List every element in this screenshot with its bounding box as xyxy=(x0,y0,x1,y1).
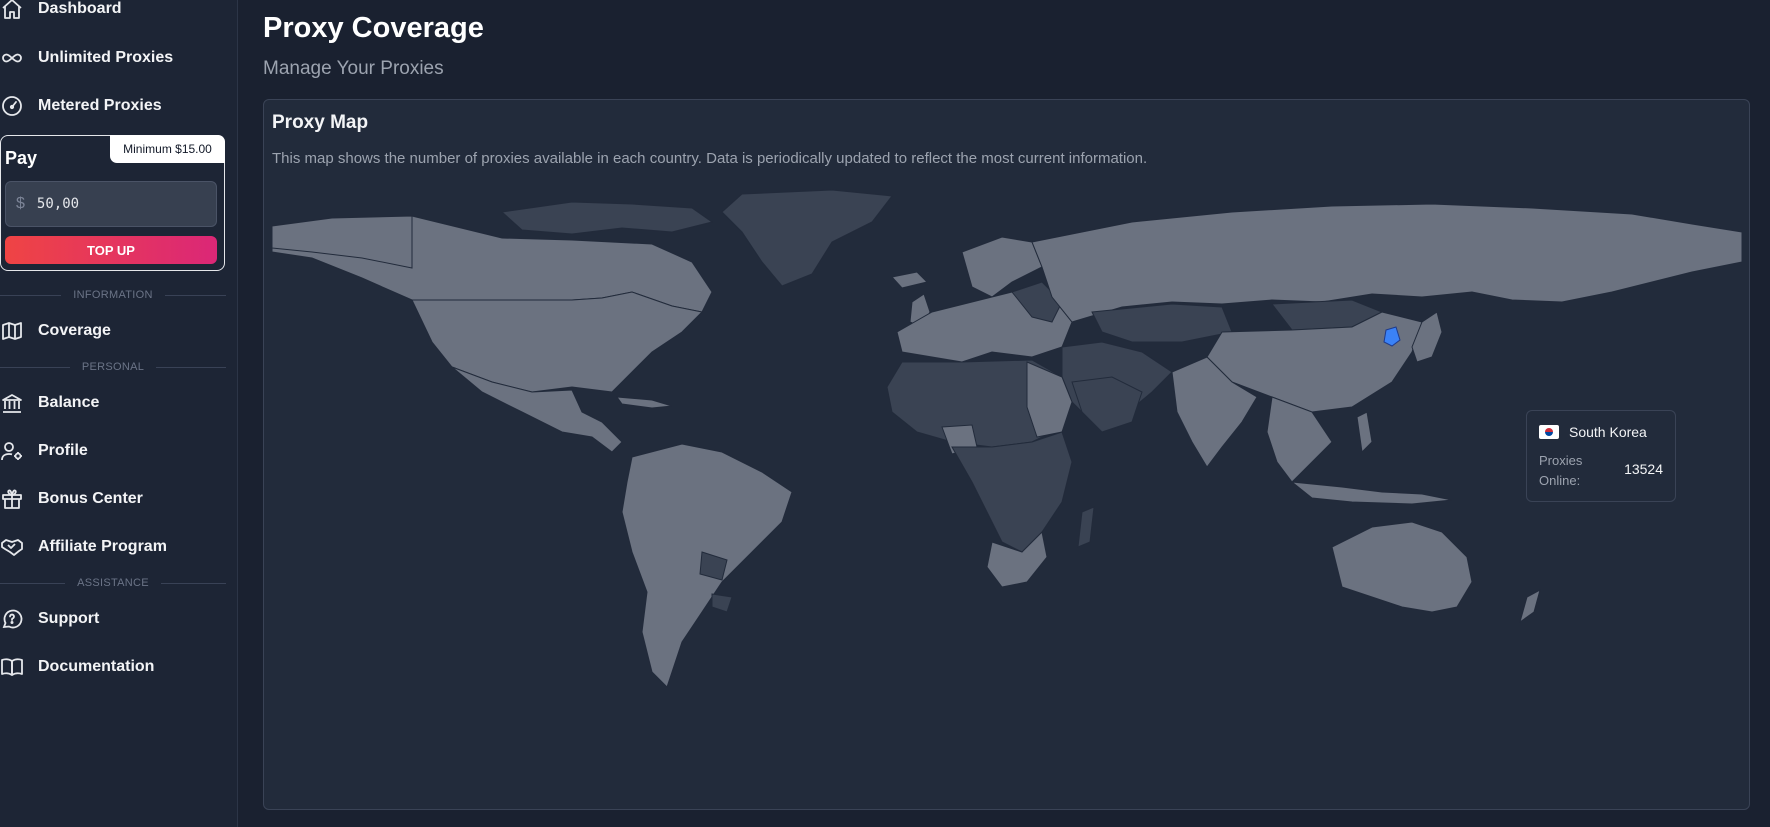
section-assistance: ASSISTANCE xyxy=(0,577,226,589)
country-tooltip: South Korea Proxies Online: 13524 xyxy=(1526,410,1676,502)
nav-coverage-label: Coverage xyxy=(38,322,111,339)
nav-unlimited-proxies[interactable]: Unlimited Proxies xyxy=(0,41,173,75)
pay-card: Pay Minimum $15.00 $ TOP UP xyxy=(0,135,225,271)
tooltip-label: Proxies Online: xyxy=(1539,453,1583,488)
nav-bonus-center[interactable]: Bonus Center xyxy=(0,482,143,516)
nav-metered-proxies-label: Metered Proxies xyxy=(38,97,162,114)
divider xyxy=(164,294,227,296)
nav-affiliate-program[interactable]: Affiliate Program xyxy=(0,530,167,564)
country-africa-central[interactable] xyxy=(951,431,1073,553)
nav-documentation[interactable]: Documentation xyxy=(0,650,154,684)
user-gear-icon xyxy=(1,442,22,461)
sidebar: Dashboard Unlimited Proxies Metered Prox… xyxy=(0,0,238,827)
divider xyxy=(156,366,226,368)
infinity-icon xyxy=(2,53,22,63)
divider xyxy=(0,294,62,296)
gift-icon xyxy=(2,489,22,509)
divider xyxy=(0,366,70,368)
section-information: INFORMATION xyxy=(0,289,227,301)
section-personal-label: PERSONAL xyxy=(81,361,145,373)
section-personal: PERSONAL xyxy=(0,361,226,373)
card-description: This map shows the number of proxies ava… xyxy=(272,150,1148,167)
top-up-button[interactable]: TOP UP xyxy=(5,236,217,264)
divider xyxy=(160,582,226,584)
nav-unlimited-proxies-label: Unlimited Proxies xyxy=(38,49,174,66)
nav-metered-proxies[interactable]: Metered Proxies xyxy=(0,89,162,123)
country-australia[interactable] xyxy=(1331,521,1473,613)
country-new-zealand[interactable] xyxy=(1519,589,1541,624)
south-korea-flag-icon xyxy=(1539,425,1559,439)
handshake-icon xyxy=(1,539,23,556)
country-iceland[interactable] xyxy=(891,271,928,289)
gauge-icon xyxy=(2,96,22,116)
tooltip-value: 13524 xyxy=(1624,461,1663,477)
section-information-label: INFORMATION xyxy=(73,289,153,301)
country-japan[interactable] xyxy=(1411,311,1443,363)
card-title: Proxy Map xyxy=(272,112,369,133)
nav-documentation-label: Documentation xyxy=(38,658,155,675)
pay-title: Pay xyxy=(5,148,38,168)
section-assistance-label: ASSISTANCE xyxy=(77,577,149,589)
nav-balance-label: Balance xyxy=(38,394,100,411)
country-canada-islands[interactable] xyxy=(500,201,714,235)
book-icon xyxy=(1,658,23,676)
help-bubble-icon xyxy=(2,609,23,629)
home-icon xyxy=(2,0,22,19)
country-philippines[interactable] xyxy=(1356,411,1373,454)
country-uruguay[interactable] xyxy=(711,593,733,613)
minimum-badge: Minimum $15.00 xyxy=(110,135,225,163)
amount-field[interactable]: $ xyxy=(5,181,217,227)
country-usa[interactable] xyxy=(411,291,704,393)
nav-profile[interactable]: Profile xyxy=(0,434,88,468)
amount-input[interactable] xyxy=(34,195,189,213)
country-madagascar[interactable] xyxy=(1077,506,1095,548)
country-caribbean[interactable] xyxy=(615,396,673,409)
flag-emblem xyxy=(1545,428,1553,436)
nav-balance[interactable]: Balance xyxy=(0,386,99,420)
country-russia[interactable] xyxy=(1031,203,1742,323)
nav-bonus-center-label: Bonus Center xyxy=(38,490,143,507)
bank-icon xyxy=(2,394,22,413)
currency-symbol: $ xyxy=(16,195,25,212)
nav-coverage[interactable]: Coverage xyxy=(0,314,111,348)
tooltip-country: South Korea xyxy=(1569,424,1647,440)
nav-support[interactable]: Support xyxy=(0,602,99,636)
page-subtitle: Manage Your Proxies xyxy=(263,58,444,79)
nav-support-label: Support xyxy=(38,610,100,627)
world-map[interactable] xyxy=(272,182,1742,802)
nav-profile-label: Profile xyxy=(38,442,88,459)
page-title: Proxy Coverage xyxy=(263,12,484,44)
nav-affiliate-program-label: Affiliate Program xyxy=(38,538,167,555)
country-greenland[interactable] xyxy=(721,189,893,287)
country-indonesia[interactable] xyxy=(1290,481,1453,505)
nav-dashboard[interactable]: Dashboard xyxy=(0,0,122,26)
divider xyxy=(0,582,66,584)
nav-dashboard-label: Dashboard xyxy=(38,0,122,17)
map-icon xyxy=(2,322,22,340)
country-kazakhstan[interactable] xyxy=(1091,303,1233,343)
